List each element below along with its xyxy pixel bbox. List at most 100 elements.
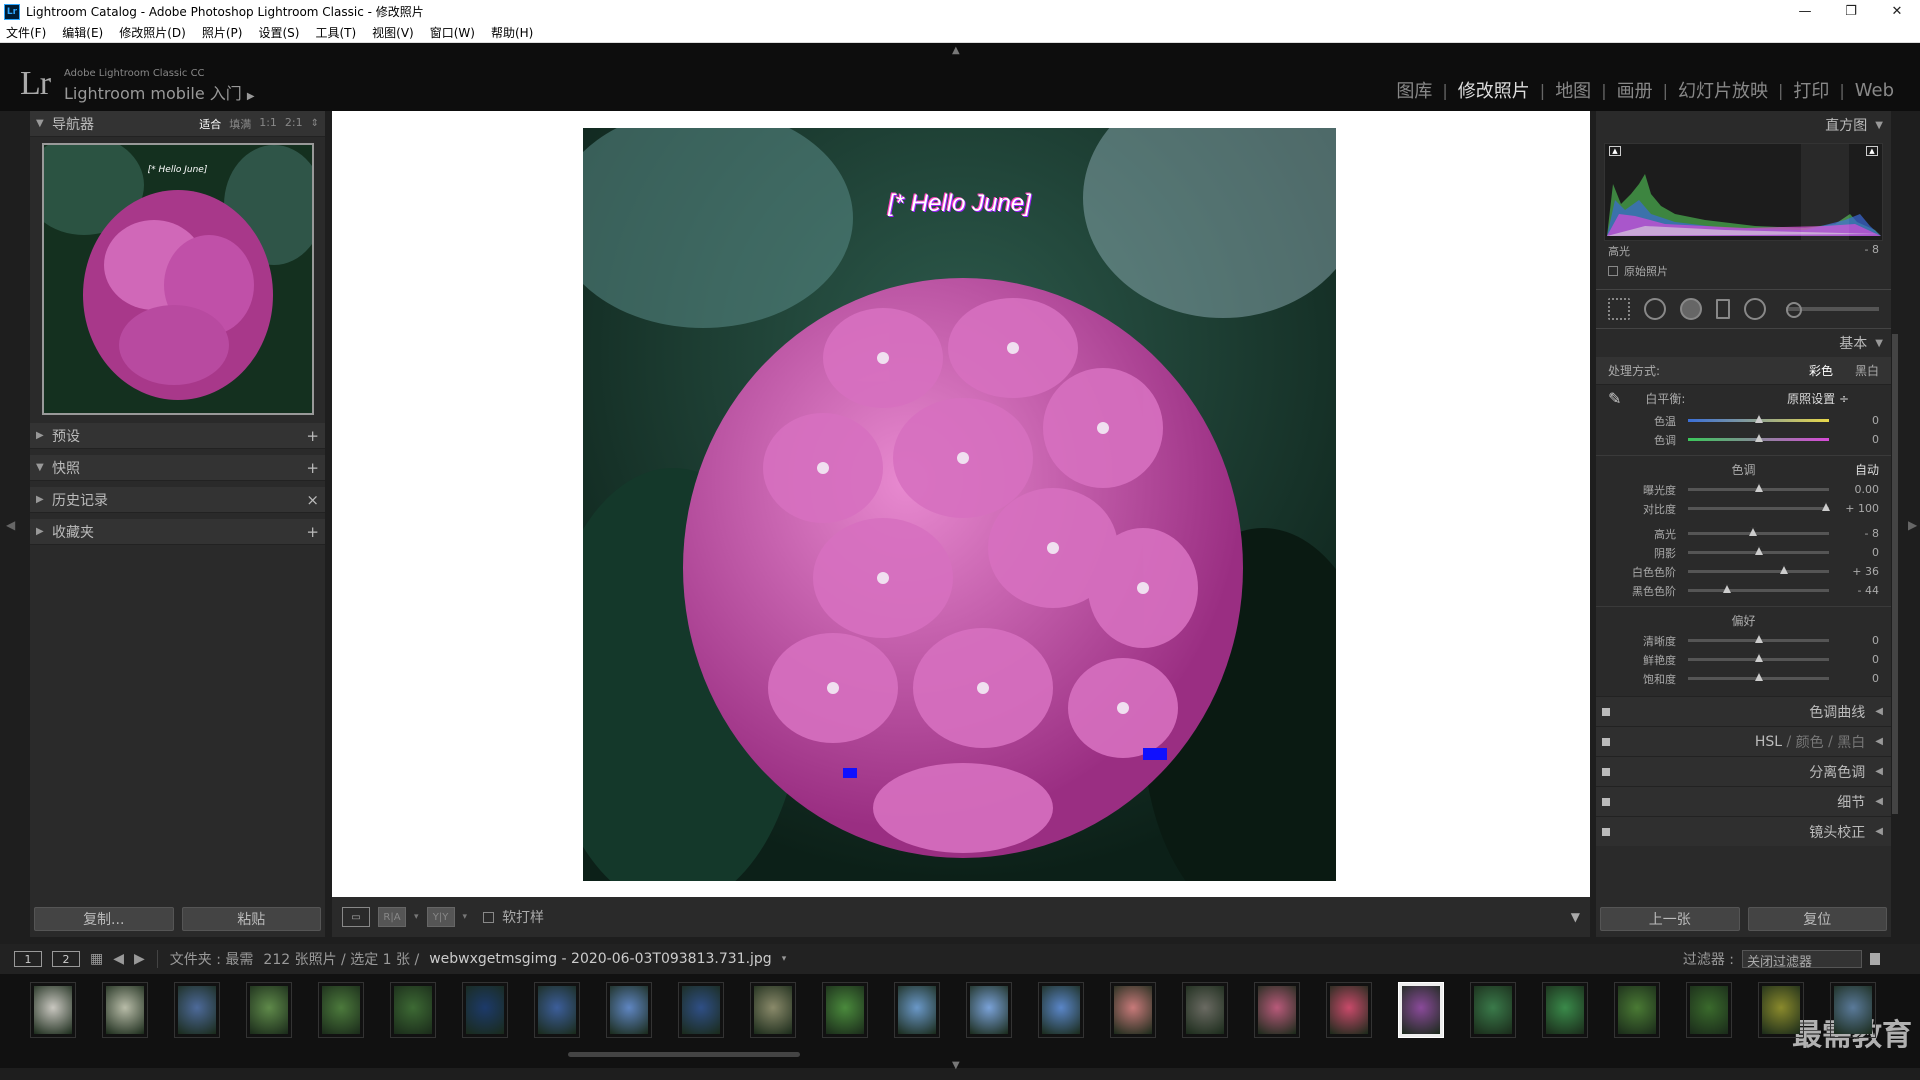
reference-view-icon[interactable]: R|A <box>378 907 406 927</box>
loupe-view-icon[interactable]: ▭ <box>342 907 370 927</box>
tone-curve-panel[interactable]: 色调曲线 ◀ <box>1596 696 1891 726</box>
slider-track[interactable] <box>1688 584 1829 593</box>
maximize-button[interactable]: ❐ <box>1828 0 1874 23</box>
slider-thumb[interactable] <box>1754 634 1763 643</box>
grid-view-icon[interactable]: ▦ <box>90 951 103 967</box>
paste-button[interactable]: 粘贴 <box>181 907 321 931</box>
module-6[interactable]: Web <box>1845 80 1904 101</box>
filmstrip-thumbnail[interactable] <box>1470 982 1516 1038</box>
panel-action-icon[interactable]: + <box>306 523 319 541</box>
minimize-button[interactable]: — <box>1782 0 1828 23</box>
menu-item[interactable]: 修改照片(D) <box>119 24 186 41</box>
menu-item[interactable]: 窗口(W) <box>430 24 475 41</box>
filmstrip-thumbnail[interactable] <box>1758 982 1804 1038</box>
slider-track[interactable] <box>1688 653 1829 662</box>
adjustment-brush-icon[interactable] <box>1786 302 1879 318</box>
panel-switch[interactable] <box>1602 708 1610 716</box>
red-eye-icon[interactable] <box>1680 298 1702 320</box>
panel-action-icon[interactable]: + <box>306 459 319 477</box>
menu-item[interactable]: 文件(F) <box>6 24 46 41</box>
left-panel-0[interactable]: ▶ 预设 + <box>30 423 325 449</box>
right-panel-scrollbar[interactable] <box>1892 334 1898 814</box>
menu-item[interactable]: 设置(S) <box>258 24 299 41</box>
radial-filter-icon[interactable] <box>1744 298 1766 320</box>
menu-item[interactable]: 帮助(H) <box>491 24 533 41</box>
shadow-clipping-icon[interactable]: ▲ <box>1609 146 1621 156</box>
panel-action-icon[interactable]: × <box>306 491 319 509</box>
filmstrip-thumbnail[interactable] <box>750 982 796 1038</box>
close-button[interactable]: ✕ <box>1874 0 1920 23</box>
lens-correction-panel[interactable]: 镜头校正 ◀ <box>1596 816 1891 846</box>
slider-value[interactable]: 0 <box>1829 634 1879 647</box>
zoom-stepper-icon[interactable]: ⇕ <box>311 118 319 129</box>
auto-tone-button[interactable]: 自动 <box>1855 460 1879 480</box>
copy-button[interactable]: 复制... <box>34 907 174 931</box>
slider-thumb[interactable] <box>1723 584 1732 593</box>
histogram[interactable]: ▲ ▲ <box>1604 143 1883 241</box>
module-5[interactable]: 打印 <box>1783 77 1839 103</box>
slider-value[interactable]: 0 <box>1829 433 1879 446</box>
filmstrip-thumbnail[interactable] <box>1686 982 1732 1038</box>
zoom-option[interactable]: 适合 <box>199 116 221 132</box>
wb-dropdown[interactable]: 原照设置 ÷ <box>1787 390 1849 407</box>
slider-thumb[interactable] <box>1754 433 1763 442</box>
filmstrip-thumbnail[interactable] <box>1326 982 1372 1038</box>
forward-arrow-icon[interactable]: ▶ <box>134 951 145 967</box>
navigator-preview[interactable]: [* Hello June] <box>41 143 314 415</box>
filmstrip-thumbnail[interactable] <box>1110 982 1156 1038</box>
filmstrip-thumbnail[interactable] <box>1830 982 1876 1038</box>
filmstrip-thumbnail[interactable] <box>1038 982 1084 1038</box>
slider-value[interactable]: 0 <box>1829 414 1879 427</box>
panel-switch[interactable] <box>1602 768 1610 776</box>
left-panel-3[interactable]: ▶ 收藏夹 + <box>30 519 325 545</box>
original-photo-checkbox[interactable] <box>1608 266 1618 276</box>
slider-track[interactable] <box>1688 414 1829 423</box>
graduated-filter-icon[interactable] <box>1716 299 1730 319</box>
slider-track[interactable] <box>1688 502 1831 511</box>
toolbar-menu-icon[interactable]: ▼ <box>1571 910 1580 924</box>
loupe-view[interactable]: [* Hello June] <box>332 111 1590 897</box>
filmstrip-thumbnail[interactable] <box>246 982 292 1038</box>
zoom-option[interactable]: 1:1 <box>259 116 277 132</box>
top-panel-toggle-icon[interactable]: ▲ <box>952 45 960 56</box>
panel-switch[interactable] <box>1602 828 1610 836</box>
crop-tool-icon[interactable] <box>1608 298 1630 320</box>
module-4[interactable]: 幻灯片放映 <box>1668 77 1778 103</box>
slider-thumb[interactable] <box>1754 672 1763 681</box>
filter-lock-icon[interactable] <box>1870 953 1880 965</box>
slider-value[interactable]: 0 <box>1829 653 1879 666</box>
split-toning-panel[interactable]: 分离色调 ◀ <box>1596 756 1891 786</box>
menu-item[interactable]: 视图(V) <box>372 24 414 41</box>
slider-value[interactable]: 0 <box>1829 546 1879 559</box>
filmstrip-thumbnail[interactable] <box>174 982 220 1038</box>
filename-dropdown-icon[interactable]: ▾ <box>782 954 787 964</box>
filmstrip-thumbnail[interactable] <box>318 982 364 1038</box>
filmstrip-thumbnail[interactable] <box>678 982 724 1038</box>
module-2[interactable]: 地图 <box>1545 77 1601 103</box>
bottom-panel-toggle-icon[interactable]: ▼ <box>952 1060 960 1071</box>
dropdown-arrow-icon[interactable]: ▾ <box>463 912 468 922</box>
filmstrip-thumbnail[interactable] <box>1542 982 1588 1038</box>
left-panel-1[interactable]: ▼ 快照 + <box>30 455 325 481</box>
slider-thumb[interactable] <box>1779 565 1788 574</box>
filmstrip-thumbnail[interactable] <box>894 982 940 1038</box>
reset-button[interactable]: 复位 <box>1747 907 1887 931</box>
slider-value[interactable]: - 8 <box>1829 527 1879 540</box>
slider-thumb[interactable] <box>1754 414 1763 423</box>
before-after-icon[interactable]: Y|Y <box>426 907 455 927</box>
secondary-window-button[interactable]: 2 <box>52 951 80 967</box>
back-arrow-icon[interactable]: ◀ <box>113 951 124 967</box>
brand-line-2[interactable]: Lightroom mobile 入门 ▶ <box>64 80 255 104</box>
slider-track[interactable] <box>1688 565 1829 574</box>
slider-value[interactable]: 0.00 <box>1829 483 1880 496</box>
treatment-bw[interactable]: 黑白 <box>1855 362 1879 379</box>
slider-value[interactable]: - 44 <box>1829 584 1879 597</box>
menu-item[interactable]: 工具(T) <box>315 24 356 41</box>
zoom-option[interactable]: 填满 <box>229 116 251 132</box>
panel-action-icon[interactable]: + <box>306 427 319 445</box>
slider-track[interactable] <box>1688 433 1829 442</box>
filmstrip-thumbnail[interactable] <box>1182 982 1228 1038</box>
histogram-header[interactable]: 直方图 ▼ <box>1596 111 1891 139</box>
basic-header[interactable]: 基本 ▼ <box>1596 329 1891 357</box>
menu-item[interactable]: 编辑(E) <box>62 24 103 41</box>
